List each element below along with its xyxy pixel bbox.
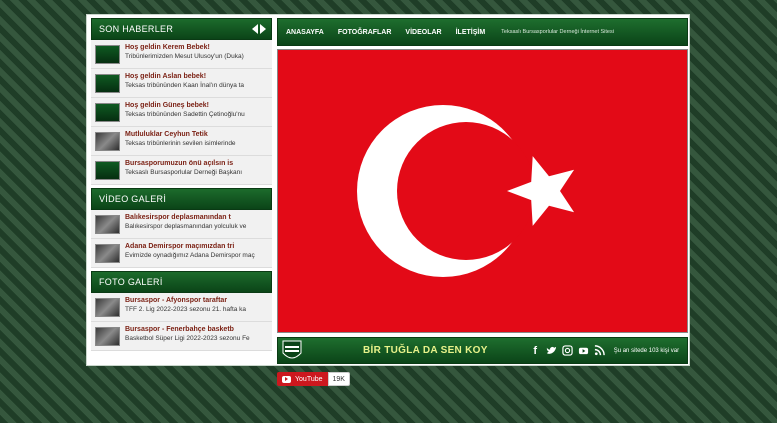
youtube-subscribe-widget: YouTube 19K — [277, 372, 350, 386]
thumbnail[interactable] — [95, 132, 120, 151]
item-summary: Evimizde oynadığımız Adana Demirspor maç — [125, 252, 255, 259]
item-text: Balıkesirspor deplasmanından t Balıkesirs… — [125, 213, 267, 231]
nav-photos[interactable]: FOTOĞRAFLAR — [338, 29, 392, 36]
thumbnail[interactable] — [95, 103, 120, 122]
site-frame: SON HABERLER Hoş geldin Kerem Bebek! Trib… — [86, 14, 690, 366]
youtube-subscriber-count: 19K — [327, 372, 350, 386]
youtube-subscribe-button[interactable]: YouTube — [277, 372, 328, 386]
news-panel-title: SON HABERLER — [99, 24, 174, 34]
list-item[interactable]: Balıkesirspor deplasmanından t Balıkesirs… — [91, 210, 272, 239]
news-list: Hoş geldin Kerem Bebek! Tribünlerimizden … — [91, 40, 272, 185]
youtube-play-icon — [282, 375, 291, 383]
item-summary: Teksas tribününden Kaan İnal'ın dünya ta — [125, 82, 245, 89]
club-logo-icon[interactable] — [281, 339, 303, 363]
youtube-icon[interactable] — [578, 344, 589, 357]
list-item[interactable]: Hoş geldin Güneş bebek! Teksas tribününde… — [91, 98, 272, 127]
item-text: Bursasporumuzun önü açılsın is Teksaslı B… — [125, 159, 267, 177]
arrow-right-icon[interactable] — [260, 24, 266, 34]
photo-panel-header: FOTO GALERİ — [91, 271, 272, 293]
list-item[interactable]: Hoş geldin Kerem Bebek! Tribünlerimizden … — [91, 40, 272, 69]
item-text: Bursaspor - Afyonspor taraftar TFF 2. Lig… — [125, 296, 267, 314]
item-title[interactable]: Adana Demirspor maçımızdan tri — [125, 242, 267, 251]
item-text: Hoş geldin Kerem Bebek! Tribünlerimizden … — [125, 43, 267, 61]
site-subtitle: Teksaslı Bursasporlular Derneği İnternet… — [501, 29, 614, 35]
item-title[interactable]: Bursasporumuzun önü açılsın is — [125, 159, 267, 168]
item-text: Hoş geldin Aslan bebek! Teksas tribününde… — [125, 72, 267, 90]
item-text: Adana Demirspor maçımızdan tri Evimizde o… — [125, 242, 267, 260]
item-summary: Tribünlerimizden Mesut Ulusoy'un (Duka) — [125, 53, 244, 60]
news-arrows — [252, 24, 266, 34]
item-text: Mutluluklar Ceyhun Tetik Teksas tribünler… — [125, 130, 267, 148]
instagram-icon[interactable] — [562, 344, 573, 357]
item-title[interactable]: Hoş geldin Güneş bebek! — [125, 101, 267, 110]
item-title[interactable]: Bursaspor - Afyonspor taraftar — [125, 296, 267, 305]
sidebar: SON HABERLER Hoş geldin Kerem Bebek! Trib… — [91, 18, 272, 354]
item-title[interactable]: Mutluluklar Ceyhun Tetik — [125, 130, 267, 139]
online-count: Şu an sitede 103 kişi var — [613, 347, 680, 354]
item-summary: Teksas tribünlerinin sevilen isimlerinde — [125, 140, 236, 147]
video-panel-header: VİDEO GALERİ — [91, 188, 272, 210]
item-summary: Basketbol Süper Ligi 2022-2023 sezonu Fe — [125, 335, 250, 342]
photo-list: Bursaspor - Afyonspor taraftar TFF 2. Lig… — [91, 293, 272, 351]
flag-crescent-star-icon — [357, 105, 575, 277]
turkish-flag — [277, 49, 688, 333]
nav-videos[interactable]: VİDEOLAR — [405, 29, 441, 36]
item-text: Bursaspor - Fenerbahçe basketb Basketbol … — [125, 325, 267, 343]
nav-home[interactable]: ANASAYFA — [286, 29, 324, 36]
item-title[interactable]: Hoş geldin Aslan bebek! — [125, 72, 267, 81]
thumbnail[interactable] — [95, 45, 120, 64]
list-item[interactable]: Hoş geldin Aslan bebek! Teksas tribününde… — [91, 69, 272, 98]
slogan: BİR TUĞLA DA SEN KOY — [363, 345, 488, 356]
list-item[interactable]: Bursaspor - Afyonspor taraftar TFF 2. Lig… — [91, 293, 272, 322]
arrow-left-icon[interactable] — [252, 24, 258, 34]
list-item[interactable]: Bursaspor - Fenerbahçe basketb Basketbol … — [91, 322, 272, 351]
item-summary: TFF 2. Lig 2022-2023 sezonu 21. hafta ka — [125, 306, 247, 313]
news-panel: SON HABERLER Hoş geldin Kerem Bebek! Trib… — [91, 18, 272, 185]
item-title[interactable]: Balıkesirspor deplasmanından t — [125, 213, 267, 222]
photo-panel: FOTO GALERİ Bursaspor - Afyonspor taraft… — [91, 271, 272, 351]
thumbnail[interactable] — [95, 74, 120, 93]
facebook-icon[interactable]: f — [530, 344, 541, 357]
item-title[interactable]: Bursaspor - Fenerbahçe basketb — [125, 325, 267, 334]
thumbnail[interactable] — [95, 215, 120, 234]
youtube-label: YouTube — [295, 375, 323, 383]
item-summary: Balıkesirspor deplasmanından yolculuk ve — [125, 223, 247, 230]
nav-contact[interactable]: İLETİŞİM — [456, 29, 486, 36]
item-text: Hoş geldin Güneş bebek! Teksas tribününde… — [125, 101, 267, 119]
list-item[interactable]: Adana Demirspor maçımızdan tri Evimizde o… — [91, 239, 272, 268]
item-summary: Teksaslı Bursasporlular Derneği Başkanı — [125, 169, 243, 176]
item-summary: Teksas tribününden Sadettin Çetinoğlu'nu — [125, 111, 245, 118]
thumbnail[interactable] — [95, 298, 120, 317]
video-panel-title: VİDEO GALERİ — [99, 194, 167, 204]
list-item[interactable]: Mutluluklar Ceyhun Tetik Teksas tribünler… — [91, 127, 272, 156]
news-panel-header: SON HABERLER — [91, 18, 272, 40]
social-links: f — [530, 344, 605, 357]
photo-panel-title: FOTO GALERİ — [99, 277, 163, 287]
item-title[interactable]: Hoş geldin Kerem Bebek! — [125, 43, 267, 52]
video-list: Balıkesirspor deplasmanından t Balıkesirs… — [91, 210, 272, 268]
thumbnail[interactable] — [95, 327, 120, 346]
list-item[interactable]: Bursasporumuzun önü açılsın is Teksaslı B… — [91, 156, 272, 185]
twitter-icon[interactable] — [546, 344, 557, 357]
thumbnail[interactable] — [95, 161, 120, 180]
thumbnail[interactable] — [95, 244, 120, 263]
rss-icon[interactable] — [594, 344, 605, 357]
top-navigation: ANASAYFA FOTOĞRAFLAR VİDEOLAR İLETİŞİM T… — [277, 18, 688, 46]
video-panel: VİDEO GALERİ Balıkesirspor deplasmanında… — [91, 188, 272, 268]
footer-bar: BİR TUĞLA DA SEN KOY f Şu an sitede 103 … — [277, 337, 688, 364]
